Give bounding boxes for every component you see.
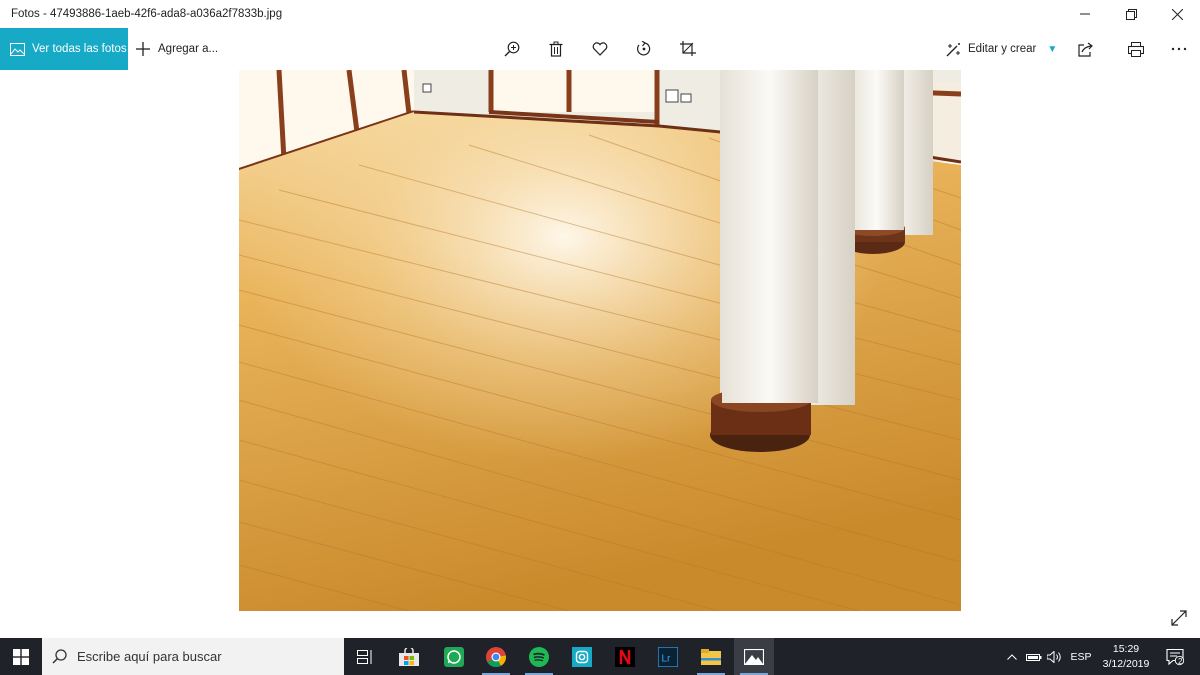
start-button[interactable] bbox=[0, 638, 42, 675]
whatsapp-icon bbox=[444, 646, 464, 667]
clock-date: 3/12/2019 bbox=[1102, 657, 1150, 670]
taskbar-spotify[interactable] bbox=[519, 638, 559, 675]
spotify-icon bbox=[529, 646, 549, 667]
share-icon bbox=[1078, 42, 1093, 57]
netflix-icon bbox=[615, 646, 635, 667]
add-to-label: Agregar a... bbox=[158, 43, 219, 55]
taskbar-instagram[interactable] bbox=[562, 638, 602, 675]
volume-icon bbox=[1047, 650, 1061, 663]
edit-create-label: Editar y crear bbox=[968, 43, 1037, 55]
show-hidden-icons[interactable] bbox=[1004, 638, 1020, 675]
window-title: Fotos - 47493886-1aeb-42f6-ada8-a036a2f7… bbox=[11, 8, 283, 20]
battery-icon bbox=[1026, 653, 1042, 661]
gallery-icon bbox=[10, 42, 25, 56]
more-button[interactable] bbox=[1167, 37, 1191, 61]
rotate-button[interactable] bbox=[632, 37, 656, 61]
chevron-down-icon: ▼ bbox=[1047, 43, 1058, 55]
title-bar: Fotos - 47493886-1aeb-42f6-ada8-a036a2f7… bbox=[0, 0, 1200, 28]
photos-icon bbox=[744, 648, 764, 665]
crop-button[interactable] bbox=[676, 37, 700, 61]
taskbar-file-explorer[interactable] bbox=[691, 638, 731, 675]
close-button[interactable] bbox=[1154, 0, 1200, 28]
share-button[interactable] bbox=[1074, 37, 1098, 61]
chrome-icon bbox=[486, 646, 506, 667]
search-icon bbox=[52, 649, 67, 664]
photo-viewer-image[interactable] bbox=[239, 70, 961, 611]
system-clock[interactable]: 15:29 3/12/2019 bbox=[1098, 638, 1154, 675]
language-indicator[interactable]: ESP bbox=[1068, 638, 1094, 675]
zoom-in-icon bbox=[504, 41, 520, 57]
taskbar-photos[interactable] bbox=[734, 638, 774, 675]
taskbar-chrome[interactable] bbox=[476, 638, 516, 675]
rotate-icon bbox=[637, 41, 651, 56]
fullscreen-button[interactable] bbox=[1168, 607, 1190, 629]
plus-icon bbox=[136, 42, 150, 56]
task-view-icon bbox=[357, 649, 372, 664]
clock-time: 15:29 bbox=[1112, 643, 1140, 656]
svg-text:Lr: Lr bbox=[662, 653, 672, 664]
command-bar: Ver todas las fotos Agregar a... Editar … bbox=[0, 28, 1200, 70]
edit-create-button[interactable]: Editar y crear ▼ bbox=[946, 28, 1057, 70]
all-photos-button[interactable]: Ver todas las fotos bbox=[0, 28, 128, 70]
close-icon bbox=[1171, 8, 1183, 20]
chevron-up-icon bbox=[1007, 653, 1017, 660]
taskbar-store[interactable] bbox=[389, 638, 429, 675]
minimize-button[interactable] bbox=[1062, 0, 1108, 28]
notification-count: 2 bbox=[1178, 657, 1183, 666]
battery-indicator[interactable] bbox=[1024, 638, 1044, 675]
windows-logo-icon bbox=[13, 648, 29, 665]
wood-floor-photo bbox=[239, 70, 961, 611]
restore-button[interactable] bbox=[1108, 0, 1154, 28]
taskbar-lightroom[interactable]: Lr bbox=[648, 638, 688, 675]
taskbar: Escribe aquí para buscar Lr ESP 15:29 3/… bbox=[0, 638, 1200, 675]
restore-icon bbox=[1125, 8, 1137, 20]
taskbar-search-box[interactable]: Escribe aquí para buscar bbox=[42, 638, 344, 675]
file-explorer-icon bbox=[701, 648, 721, 665]
store-icon bbox=[399, 647, 419, 666]
volume-control[interactable] bbox=[1045, 638, 1065, 675]
instagram-icon bbox=[572, 646, 592, 667]
taskbar-netflix[interactable] bbox=[605, 638, 645, 675]
add-to-button[interactable]: Agregar a... bbox=[136, 28, 218, 70]
lightroom-icon: Lr bbox=[658, 646, 678, 667]
zoom-button[interactable] bbox=[500, 37, 524, 61]
print-icon bbox=[1128, 41, 1144, 57]
delete-button[interactable] bbox=[544, 37, 568, 61]
favorite-icon bbox=[592, 42, 608, 56]
edit-create-icon bbox=[946, 42, 960, 56]
task-view-button[interactable] bbox=[345, 638, 385, 675]
favorite-button[interactable] bbox=[588, 37, 612, 61]
taskbar-whatsapp[interactable] bbox=[434, 638, 474, 675]
all-photos-label: Ver todas las fotos bbox=[32, 43, 127, 55]
search-placeholder: Escribe aquí para buscar bbox=[77, 649, 222, 664]
crop-icon bbox=[680, 41, 696, 56]
minimize-icon bbox=[1080, 13, 1090, 15]
print-button[interactable] bbox=[1124, 37, 1148, 61]
more-icon bbox=[1171, 47, 1187, 51]
delete-icon bbox=[549, 41, 563, 57]
expand-icon bbox=[1171, 610, 1187, 626]
action-center-button[interactable]: 2 bbox=[1160, 638, 1190, 675]
